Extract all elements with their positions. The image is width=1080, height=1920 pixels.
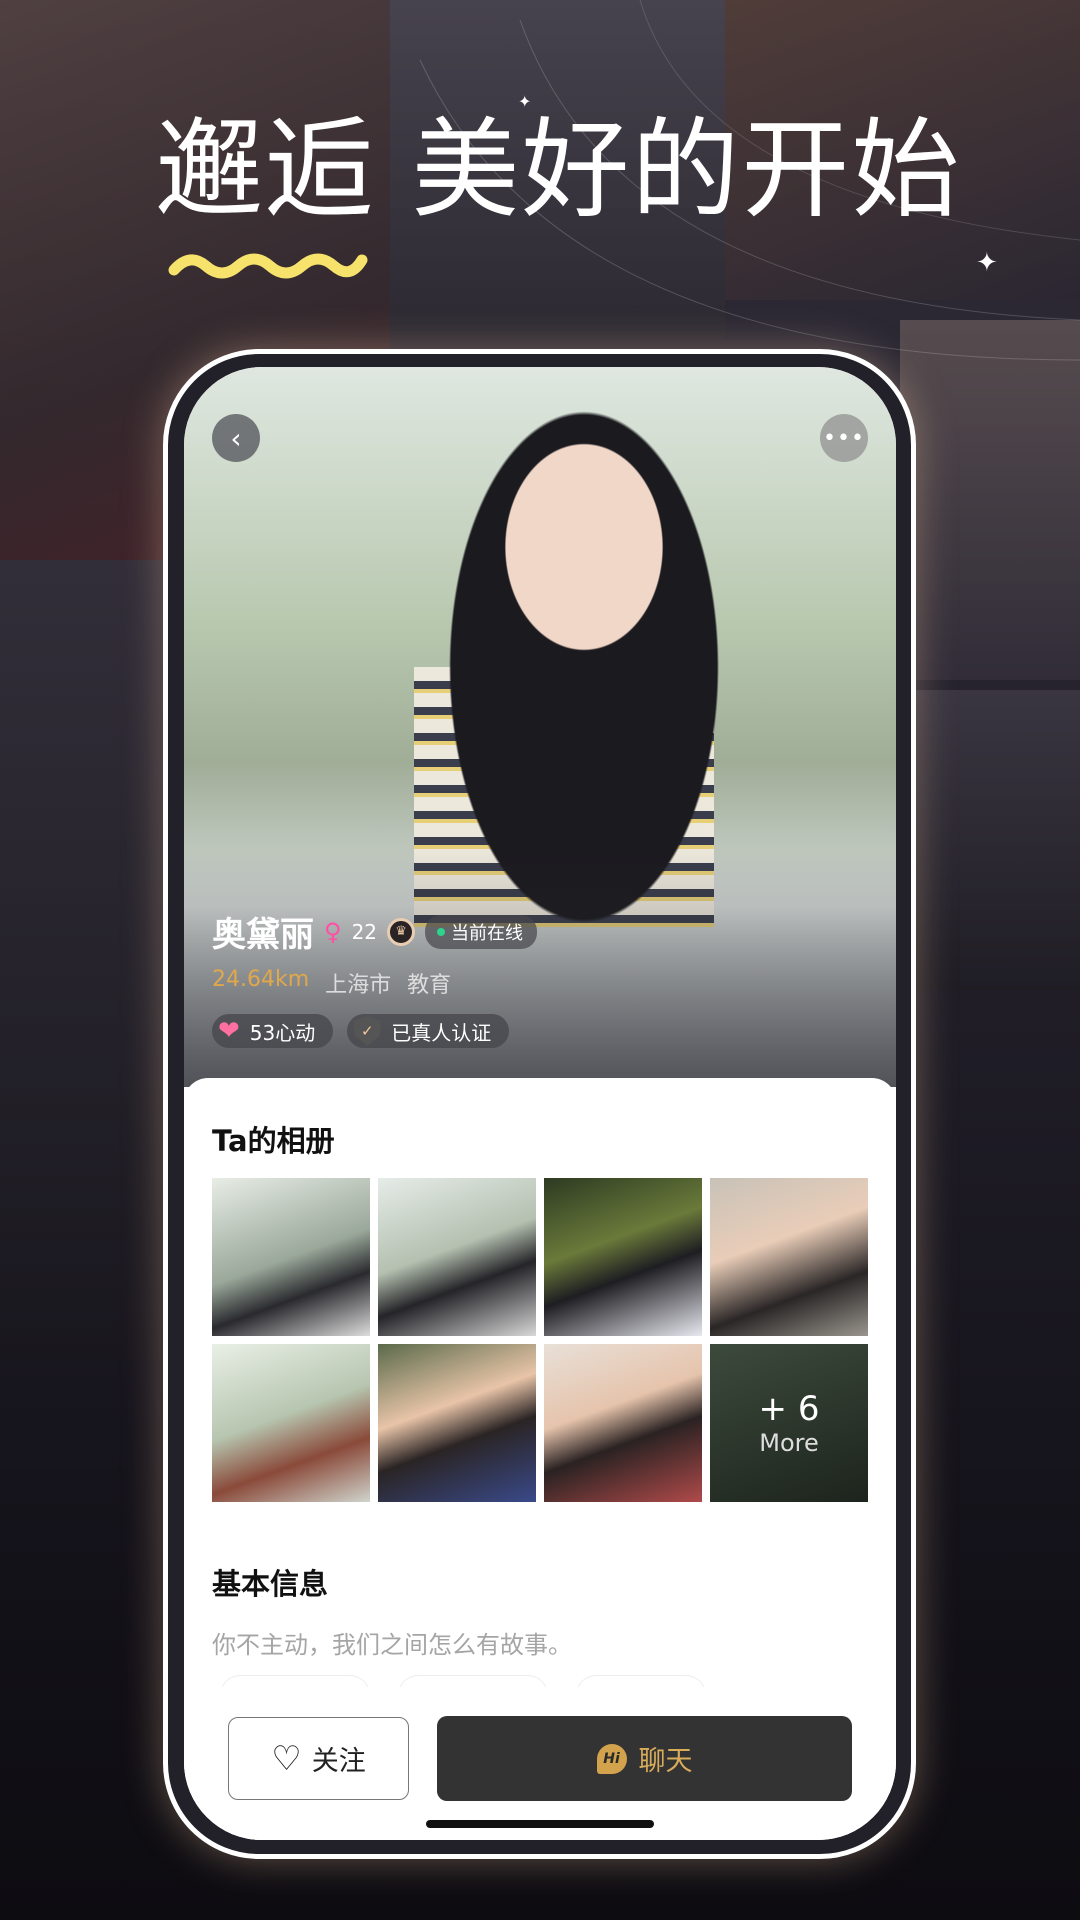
occupation: 教育 xyxy=(407,973,452,998)
headline: 邂逅 美好的开始 xyxy=(155,108,962,233)
album-photo[interactable] xyxy=(378,1344,536,1502)
wave-underline xyxy=(168,253,368,279)
city: 上海市 xyxy=(325,973,392,998)
heart-outline-icon: ♡ xyxy=(271,1738,302,1779)
back-button[interactable]: ‹ xyxy=(212,414,260,462)
verified-badge: ✓ 已真人认证 xyxy=(347,1014,510,1048)
basic-info-title: 基本信息 xyxy=(212,1567,329,1601)
album-title: Ta的相册 xyxy=(212,1124,335,1158)
album-photo[interactable] xyxy=(212,1344,370,1502)
more-label: More xyxy=(759,1429,819,1457)
chevron-left-icon: ‹ xyxy=(230,421,242,455)
action-bar: ♡ 关注 Hi 聊天 xyxy=(184,1687,896,1840)
likes-badge: ❤ 53心动 xyxy=(212,1014,334,1048)
sparkle-icon: ✦ xyxy=(976,248,998,278)
heart-icon: ❤ xyxy=(218,1016,240,1046)
album-grid: + 6 More xyxy=(212,1178,868,1502)
background-photo xyxy=(900,690,1080,990)
follow-label: 关注 xyxy=(311,1746,366,1777)
profile-header: 奥黛丽 ♀ 22 ♛ 当前在线 xyxy=(212,907,538,956)
more-button[interactable]: ••• xyxy=(820,414,868,462)
album-photo[interactable] xyxy=(544,1344,702,1502)
likes-count: 53心动 xyxy=(249,1020,316,1045)
online-status-text: 当前在线 xyxy=(451,922,524,944)
online-dot-icon xyxy=(437,927,446,936)
background-photo xyxy=(0,560,170,1360)
more-count: + 6 xyxy=(758,1389,820,1429)
profile-age: 22 xyxy=(351,919,378,944)
album-photo[interactable] xyxy=(378,1178,536,1336)
motto: 你不主动，我们之间怎么有故事。 xyxy=(212,1631,572,1659)
crown-icon: ♛ xyxy=(387,917,416,946)
chat-label: 聊天 xyxy=(638,1746,693,1777)
home-indicator[interactable] xyxy=(426,1820,654,1828)
profile-name: 奥黛丽 xyxy=(212,915,314,955)
online-status-badge: 当前在线 xyxy=(425,914,538,949)
check-glyph: ✓ xyxy=(360,1022,374,1040)
female-icon: ♀ xyxy=(324,917,342,946)
hi-icon: Hi xyxy=(596,1743,627,1774)
more-dots-icon: ••• xyxy=(823,425,865,451)
distance: 24.64km xyxy=(212,967,310,992)
album-photo[interactable] xyxy=(212,1178,370,1336)
profile-info: 24.64km 上海市 教育 xyxy=(212,967,451,999)
shield-check-icon: ✓ xyxy=(353,1016,382,1046)
follow-button[interactable]: ♡ 关注 xyxy=(228,1717,409,1800)
album-photo[interactable] xyxy=(544,1178,702,1336)
chat-button[interactable]: Hi 聊天 xyxy=(437,1716,852,1801)
verified-text: 已真人认证 xyxy=(391,1020,492,1045)
profile-screen: ‹ ••• 奥黛丽 ♀ 22 ♛ 当前在线 24.64km 上海市 教育 ❤ 53… xyxy=(184,367,896,1840)
album-more-button[interactable]: + 6 More xyxy=(710,1344,868,1502)
profile-tags: ❤ 53心动 ✓ 已真人认证 xyxy=(212,1014,510,1048)
album-photo[interactable] xyxy=(710,1178,868,1336)
